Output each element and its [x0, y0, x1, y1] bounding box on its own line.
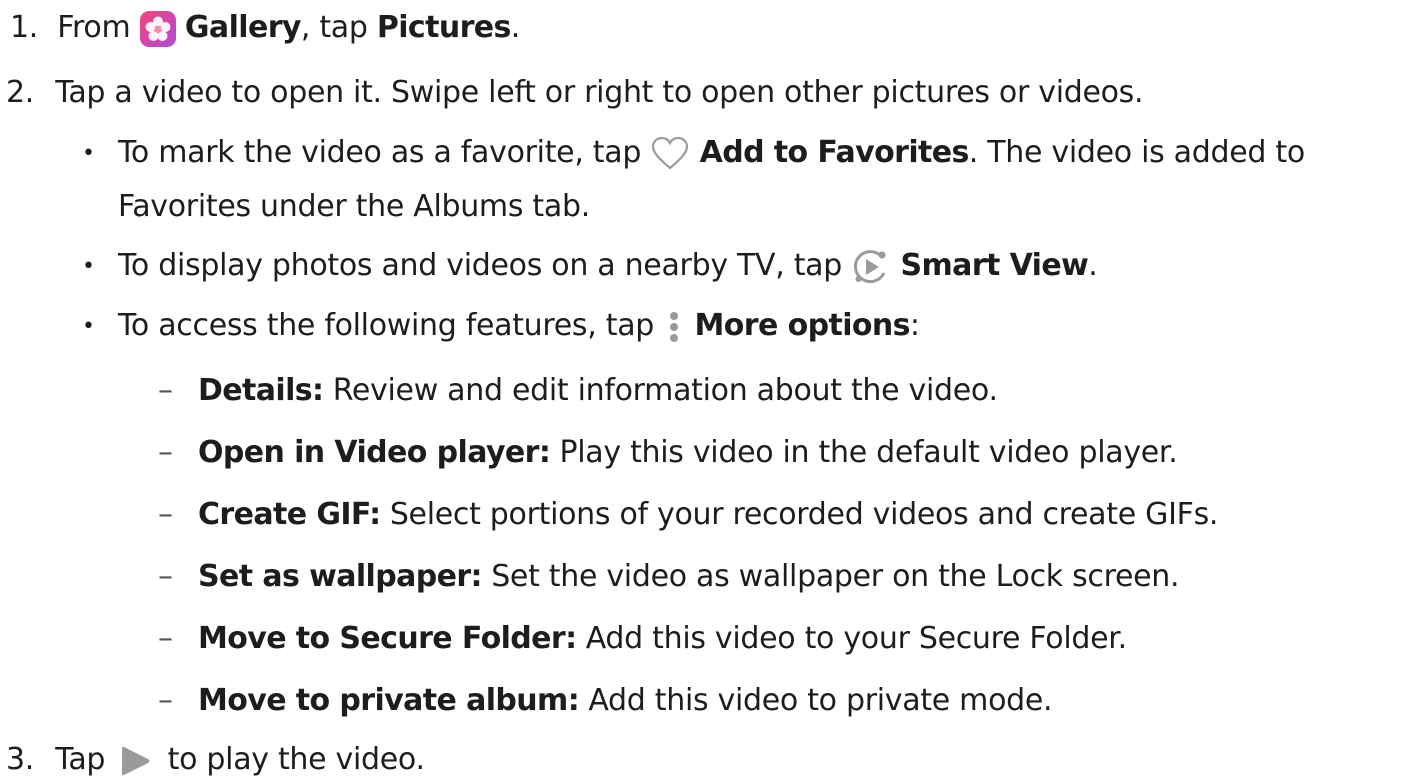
step-text: to play the video.	[167, 742, 425, 777]
option-title: Move to Secure Folder:	[198, 621, 577, 656]
option-open-in-video-player: – Open in Video player: Play this video i…	[158, 433, 1178, 473]
bullet-text: To display photos and videos on a nearby…	[118, 248, 852, 283]
smart-view-icon	[851, 247, 891, 287]
dash: –	[158, 683, 173, 718]
step-number: 3.	[6, 742, 35, 777]
punctuation: .	[510, 10, 521, 45]
option-text: Play this video in the default video pla…	[550, 435, 1178, 470]
option-move-to-secure-folder: – Move to Secure Folder: Add this video t…	[158, 619, 1127, 659]
step-number: 1.	[10, 10, 39, 45]
option-text: Select portions of your recorded videos …	[380, 497, 1219, 532]
step-text: From	[57, 10, 140, 45]
option-set-as-wallpaper: – Set as wallpaper: Set the video as wall…	[158, 557, 1180, 597]
play-icon	[114, 741, 158, 781]
bullet-favorites-continued: Favorites under the Albums tab.	[118, 189, 590, 224]
more-options-label: More options	[694, 308, 911, 343]
punctuation: .	[1088, 248, 1098, 283]
bullet-dot: •	[82, 141, 95, 166]
gallery-app-icon	[139, 10, 176, 47]
option-title: Set as wallpaper:	[198, 559, 483, 594]
bullet-smart-view: • To display photos and videos on a nearb…	[82, 246, 1098, 287]
step-3: 3. Tap to play the video.	[6, 740, 425, 780]
step-text: Tap a video to open it. Swipe left or ri…	[55, 75, 1144, 110]
option-title: Open in Video player:	[198, 435, 551, 470]
option-create-gif: – Create GIF: Select portions of your rec…	[158, 495, 1218, 535]
bullet-text: . The video is added to	[968, 135, 1305, 170]
option-title: Create GIF:	[198, 497, 381, 532]
heart-icon	[650, 136, 690, 172]
dash: –	[158, 497, 173, 532]
option-title: Details:	[198, 373, 324, 408]
option-text: Add this video to private mode.	[579, 683, 1053, 718]
option-move-to-private-album: – Move to private album: Add this video t…	[158, 681, 1053, 721]
bullet-dot: •	[82, 254, 95, 279]
dash: –	[158, 373, 173, 408]
dash: –	[158, 435, 173, 470]
step-1: 1. From Gallery, tap Pictures.	[10, 8, 520, 48]
more-options-icon	[663, 307, 685, 347]
step-number: 2.	[6, 75, 35, 110]
dash: –	[158, 621, 173, 656]
bullet-text: To mark the video as a favorite, tap	[118, 135, 651, 170]
punctuation: :	[909, 308, 920, 343]
dash: –	[158, 559, 173, 594]
smart-view-label: Smart View	[900, 248, 1089, 283]
option-text: Set the video as wallpaper on the Lock s…	[481, 559, 1180, 594]
step-text: Tap	[55, 742, 115, 777]
option-details: – Details: Review and edit information ab…	[158, 371, 998, 411]
gallery-label: Gallery	[184, 10, 302, 45]
step-text: , tap	[300, 10, 377, 45]
add-to-favorites-label: Add to Favorites	[699, 135, 970, 170]
option-title: Move to private album:	[198, 683, 580, 718]
option-text: Review and edit information about the vi…	[323, 373, 998, 408]
pictures-label: Pictures	[376, 10, 512, 45]
bullet-text: To access the following features, tap	[118, 308, 664, 343]
bullet-favorites: • To mark the video as a favorite, tap Ad…	[82, 133, 1305, 173]
bullet-dot: •	[82, 314, 95, 339]
step-2: 2. Tap a video to open it. Swipe left or…	[6, 73, 1144, 113]
bullet-more-options: • To access the following features, tap M…	[82, 306, 920, 346]
option-text: Add this video to your Secure Folder.	[576, 621, 1127, 656]
